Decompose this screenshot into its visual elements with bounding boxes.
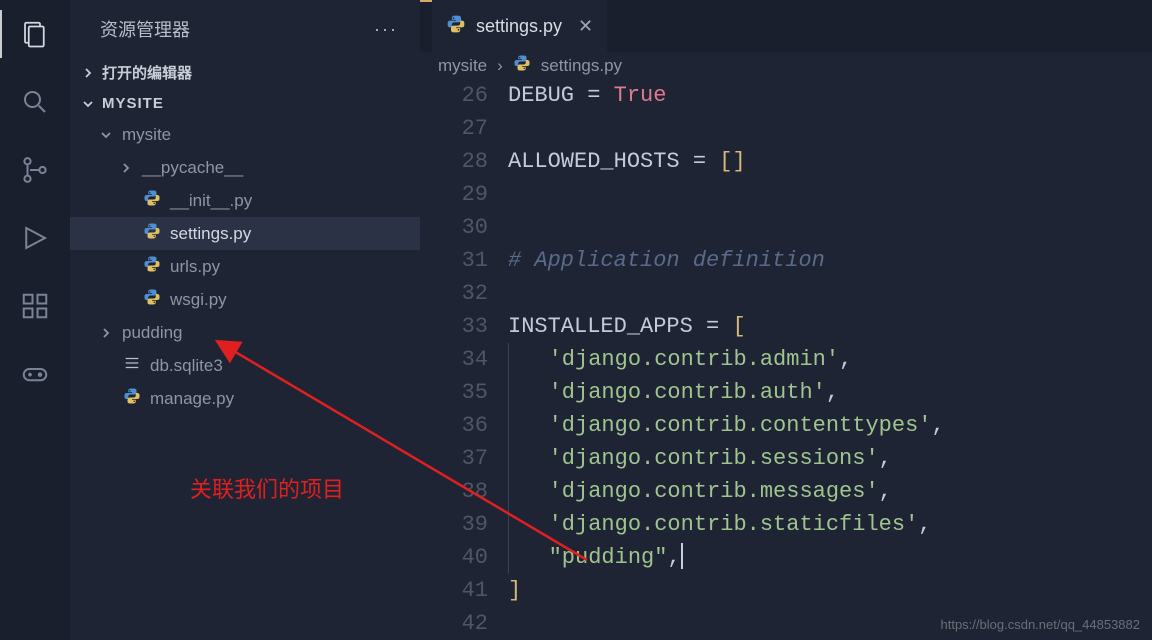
annotation-text: 关联我们的项目 xyxy=(190,472,344,504)
watermark: https://blog.csdn.net/qq_44853882 xyxy=(941,617,1141,632)
annotation-arrow xyxy=(0,0,1152,640)
